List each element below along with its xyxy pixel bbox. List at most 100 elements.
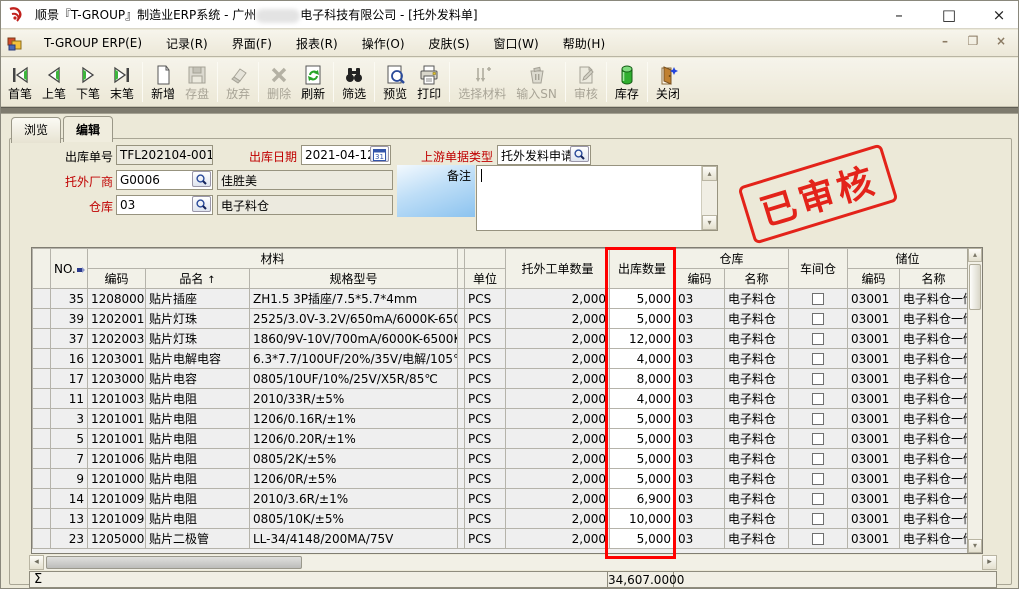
grid-scroll-left-button[interactable]: ◂	[29, 555, 44, 570]
cell-clipped	[458, 449, 465, 469]
header-out-qty[interactable]: 出库数量	[610, 249, 675, 289]
workshop-checkbox[interactable]	[812, 473, 824, 485]
next-record-button[interactable]: 下笔	[71, 59, 105, 105]
table-row[interactable]: 3712020035贴片灯珠1860/9V-10V/700mA/6000K-65…	[33, 329, 968, 349]
tab-edit[interactable]: 编辑	[63, 116, 113, 142]
cell-out-qty[interactable]: 5,000	[610, 289, 675, 309]
close-form-button[interactable]: 关闭	[651, 59, 685, 105]
header-wh-code[interactable]: 编码	[675, 269, 725, 289]
cell-out-qty[interactable]: 5,000	[610, 409, 675, 429]
workshop-checkbox[interactable]	[812, 513, 824, 525]
cell-unit: PCS	[465, 509, 506, 529]
new-button[interactable]: 新增	[146, 59, 180, 105]
menu-window[interactable]: 窗口(W)	[482, 31, 551, 56]
workshop-checkbox[interactable]	[812, 533, 824, 545]
table-row[interactable]: 3912020016贴片灯珠2525/3.0V-3.2V/650mA/6000K…	[33, 309, 968, 329]
workshop-checkbox[interactable]	[812, 433, 824, 445]
table-row[interactable]: 1412010095贴片电阻2010/3.6R/±1%PCS2,0006,900…	[33, 489, 968, 509]
grid-hscroll-thumb[interactable]	[46, 556, 302, 569]
table-row[interactable]: 712010063贴片电阻0805/2K/±5%PCS2,0005,00003电…	[33, 449, 968, 469]
next-record-icon	[76, 63, 100, 87]
header-spec[interactable]: 规格型号	[250, 269, 458, 289]
workshop-checkbox[interactable]	[812, 413, 824, 425]
grid-scroll-down-button[interactable]: ▾	[968, 539, 982, 553]
toolbar-separator	[647, 62, 648, 102]
header-name[interactable]: 品名 ↑	[146, 269, 250, 289]
last-record-button[interactable]: 末笔	[105, 59, 139, 105]
cell-out-qty[interactable]: 12,000	[610, 329, 675, 349]
table-row[interactable]: 1612030010贴片电解电容6.3*7.7/100UF/20%/35V/电解…	[33, 349, 968, 369]
upstream-lookup-button[interactable]	[570, 146, 589, 162]
workshop-checkbox[interactable]	[812, 393, 824, 405]
mdi-close-button[interactable]: ×	[994, 34, 1008, 48]
workshop-checkbox[interactable]	[812, 453, 824, 465]
header-wh-name[interactable]: 名称	[725, 269, 789, 289]
scroll-down-button[interactable]: ▾	[702, 215, 717, 230]
cell-out-qty[interactable]: 8,000	[610, 369, 675, 389]
workshop-checkbox[interactable]	[812, 293, 824, 305]
grid-scroll-up-button[interactable]: ▴	[968, 248, 982, 262]
workshop-checkbox[interactable]	[812, 353, 824, 365]
refresh-button[interactable]: 刷新	[296, 59, 330, 105]
table-row[interactable]: 2312050006贴片二极管LL-34/4148/200MA/75VPCS2,…	[33, 529, 968, 549]
workshop-checkbox[interactable]	[812, 493, 824, 505]
header-bin-name[interactable]: 名称	[900, 269, 967, 289]
menu-report[interactable]: 报表(R)	[284, 31, 350, 56]
menu-interface[interactable]: 界面(F)	[220, 31, 284, 56]
menu-tgroup-erp[interactable]: T-GROUP ERP(E)	[32, 32, 154, 54]
table-row[interactable]: 1712030004贴片电容0805/10UF/10%/25V/X5R/85℃P…	[33, 369, 968, 389]
mdi-minimize-button[interactable]: –	[938, 34, 952, 48]
vendor-lookup-button[interactable]	[192, 171, 211, 187]
cell-out-qty[interactable]: 5,000	[610, 309, 675, 329]
cell-out-qty[interactable]: 4,000	[610, 389, 675, 409]
cell-out-qty[interactable]: 5,000	[610, 469, 675, 489]
cell-out-qty[interactable]: 5,000	[610, 449, 675, 469]
cell-out-qty[interactable]: 4,000	[610, 349, 675, 369]
grid-vscroll-thumb[interactable]	[969, 264, 981, 310]
table-row[interactable]: 912010001贴片电阻1206/0R/±5%PCS2,0005,00003电…	[33, 469, 968, 489]
cell-out-qty[interactable]: 6,900	[610, 489, 675, 509]
table-row[interactable]: 1112010036贴片电阻2010/33R/±5%PCS2,0004,0000…	[33, 389, 968, 409]
grid-vertical-scrollbar[interactable]: ▴ ▾	[967, 248, 982, 553]
minimize-button[interactable]: –	[888, 6, 910, 24]
menu-operation[interactable]: 操作(O)	[350, 31, 417, 56]
row-indicator	[33, 369, 51, 389]
table-row[interactable]: 312010010贴片电阻1206/0.16R/±1%PCS2,0005,000…	[33, 409, 968, 429]
cell-out-qty[interactable]: 5,000	[610, 529, 675, 549]
prev-record-button[interactable]: 上笔	[37, 59, 71, 105]
menu-help[interactable]: 帮助(H)	[551, 31, 617, 56]
warehouse-lookup-button[interactable]	[192, 196, 211, 212]
header-workshop[interactable]: 车间仓	[789, 249, 848, 289]
maximize-button[interactable]: □	[938, 6, 960, 24]
calendar-button[interactable]: 31	[370, 146, 389, 162]
tab-browse[interactable]: 浏览	[11, 117, 61, 143]
header-order-qty[interactable]: 托外工单数量	[506, 249, 610, 289]
filter-button[interactable]: 筛选	[337, 59, 371, 105]
grid-horizontal-scrollbar[interactable]: ◂ ▸	[29, 555, 997, 570]
header-no[interactable]: NO.	[51, 249, 88, 289]
close-button[interactable]: ×	[988, 6, 1010, 24]
cell-workshop	[789, 309, 848, 329]
header-code[interactable]: 编码	[88, 269, 146, 289]
cell-out-qty[interactable]: 10,000	[610, 509, 675, 529]
header-unit[interactable]: 单位	[465, 269, 506, 289]
preview-button[interactable]: 预览	[378, 59, 412, 105]
table-row[interactable]: 3512080003贴片插座ZH1.5 3P插座/7.5*5.7*4mmPCS2…	[33, 289, 968, 309]
first-record-button[interactable]: 首笔	[3, 59, 37, 105]
workshop-checkbox[interactable]	[812, 373, 824, 385]
inventory-button[interactable]: 库存	[610, 59, 644, 105]
grid-scroll-right-button[interactable]: ▸	[982, 555, 997, 570]
menu-record[interactable]: 记录(R)	[154, 31, 220, 56]
table-row[interactable]: 1312010094贴片电阻0805/10K/±5%PCS2,00010,000…	[33, 509, 968, 529]
workshop-checkbox[interactable]	[812, 333, 824, 345]
workshop-checkbox[interactable]	[812, 313, 824, 325]
cell-out-qty[interactable]: 5,000	[610, 429, 675, 449]
menu-skin[interactable]: 皮肤(S)	[417, 31, 482, 56]
table-row[interactable]: 512010012贴片电阻1206/0.20R/±1%PCS2,0005,000…	[33, 429, 968, 449]
remark-textarea[interactable]: ▴ ▾	[476, 165, 718, 231]
print-button[interactable]: 打印	[412, 59, 446, 105]
header-bin-code[interactable]: 编码	[848, 269, 900, 289]
mdi-restore-button[interactable]: ❐	[966, 34, 980, 48]
scroll-up-button[interactable]: ▴	[702, 166, 717, 181]
remark-scrollbar[interactable]: ▴ ▾	[701, 166, 717, 230]
